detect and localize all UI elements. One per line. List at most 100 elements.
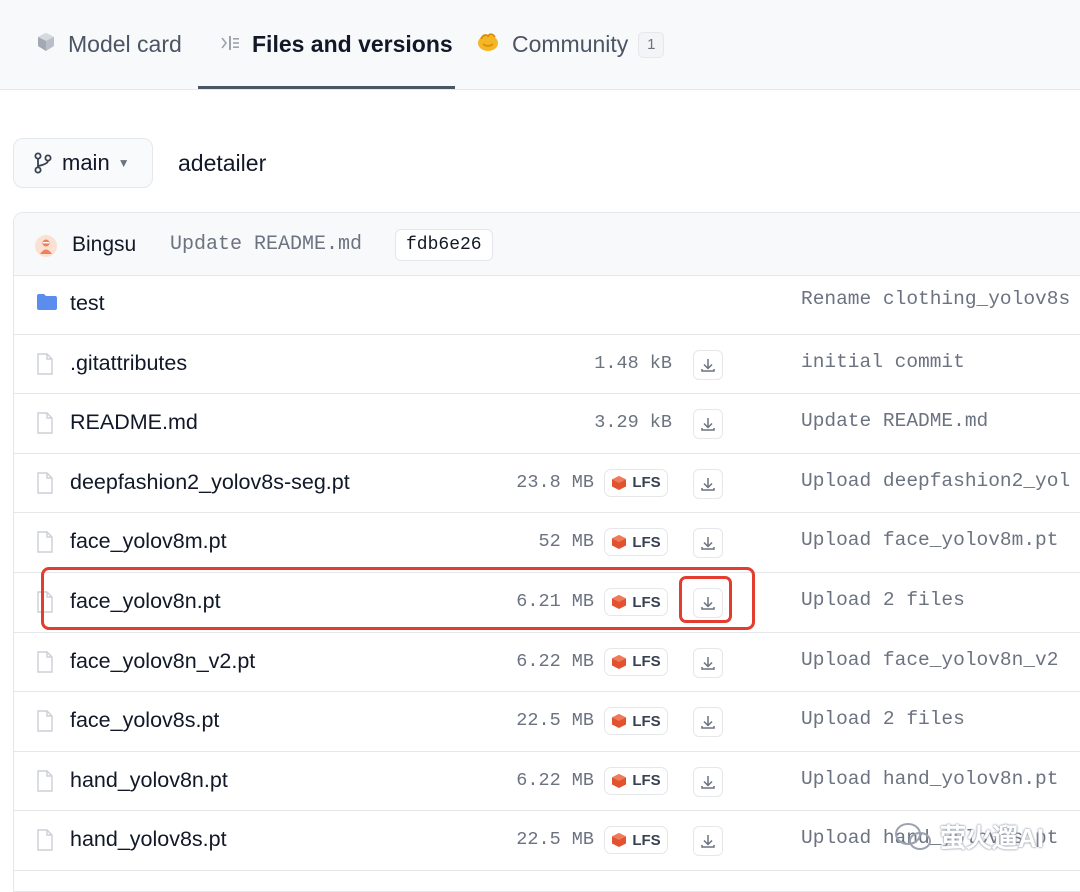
download-icon [701,358,715,372]
file-commit-message[interactable]: Upload 2 files [801,708,965,730]
file-commit-message[interactable]: initial commit [801,351,965,373]
file-row[interactable]: deepfashion2_yolov8s-seg.pt 23.8 MB LFS Upl… [14,454,1080,514]
download-button[interactable] [693,409,723,440]
file-commit-message[interactable]: Update README.md [801,410,988,432]
highlight-download-annotation [679,576,732,623]
file-icon [36,472,54,499]
file-size: 3.29 kB [594,412,672,434]
lfs-badge: LFS [604,528,668,557]
lfs-label: LFS [632,831,661,849]
file-name[interactable]: test [70,291,105,316]
file-size: 6.22 MB [516,650,594,672]
file-name[interactable]: hand_yolov8s.pt [70,827,227,852]
file-size: 52 MB [538,531,594,553]
file-icon [36,352,54,380]
file-icon [36,531,54,558]
lfs-badge: LFS [604,826,668,855]
download-icon [701,716,715,729]
lfs-badge: LFS [604,766,668,795]
file-commit-message[interactable]: Upload 2 files [801,589,965,611]
file-row[interactable]: hand_yolov8n.pt 6.22 MB LFS Upload hand_yol… [14,752,1080,812]
file-icon [36,650,54,678]
file-icon [36,829,54,856]
download-icon [701,418,715,431]
download-button[interactable] [693,647,723,678]
commit-sha[interactable]: fdb6e26 [395,229,493,261]
cube-icon [36,31,56,58]
file-row[interactable]: README.md 3.29 kB Update README.md [14,394,1080,454]
file-size: 23.8 MB [516,471,594,493]
file-size: 22.5 MB [516,829,594,851]
lfs-label: LFS [632,533,661,551]
file-name[interactable]: .gitattributes [70,351,187,376]
file-name[interactable]: face_yolov8m.pt [70,529,227,554]
watermark: 萤火遛AI [894,818,1044,855]
tab-label: Files and versions [252,31,453,57]
active-tab-indicator [198,86,455,89]
lfs-icon [612,654,627,669]
file-name[interactable]: README.md [70,410,198,435]
file-name[interactable]: face_yolov8n_v2.pt [70,649,255,674]
file-row[interactable]: face_yolov8m.pt 52 MB LFS Upload face_yolov… [14,513,1080,573]
file-icon [36,770,54,797]
tab-files-and-versions[interactable]: Files and versions [220,0,453,89]
lfs-icon [612,475,627,490]
download-button[interactable] [693,468,723,499]
file-commit-message[interactable]: Upload face_yolov8m.pt [801,529,1058,551]
repo-name: adetailer [178,150,267,176]
tab-bar: Model card Files and versions Community … [0,0,1080,90]
download-icon [701,656,715,670]
download-icon [701,477,715,491]
lfs-icon [612,773,627,788]
branch-selector[interactable]: main ▼ [13,138,153,188]
download-button[interactable] [693,766,723,797]
commit-author[interactable]: Bingsu [72,233,136,257]
download-button[interactable] [693,707,723,738]
download-icon [701,537,715,551]
folder-icon [36,293,58,316]
lfs-badge: LFS [604,707,668,736]
tab-community[interactable]: Community 1 [476,0,665,89]
chevron-down-icon: ▼ [117,156,130,170]
file-icon [36,710,54,737]
download-button[interactable] [693,826,723,857]
branch-label: main [62,150,110,175]
tab-label: Community [512,31,629,57]
file-name[interactable]: face_yolov8s.pt [70,708,219,733]
lfs-label: LFS [632,474,661,492]
file-commit-message[interactable]: Upload hand_yolov8n.pt [801,768,1058,790]
file-commit-message[interactable]: Rename clothing_yolov8s [801,288,1070,310]
file-commit-message[interactable]: Upload deepfashion2_yol [801,470,1070,492]
hand-icon [476,31,500,59]
file-size: 6.22 MB [516,769,594,791]
lfs-label: LFS [632,712,661,730]
avatar[interactable] [35,235,57,257]
file-name[interactable]: hand_yolov8n.pt [70,768,228,793]
file-size: 22.5 MB [516,710,594,732]
branch-icon [34,152,52,174]
community-count-badge: 1 [638,31,665,58]
folder-row[interactable]: test Rename clothing_yolov8s [14,275,1080,335]
file-row[interactable]: .gitattributes 1.48 kB initial commit [14,335,1080,395]
download-icon [701,835,715,849]
lfs-label: LFS [632,772,661,790]
highlight-row-annotation [41,567,755,630]
last-commit-bar: Bingsu Update README.md fdb6e26 [14,213,1080,276]
watermark-text: 萤火遛AI [940,823,1045,853]
lfs-icon [612,535,627,550]
file-row[interactable]: face_yolov8s.pt 22.5 MB LFS Upload 2 files [14,692,1080,752]
commit-message[interactable]: Update README.md [170,233,362,256]
file-commit-message[interactable]: Upload face_yolov8n_v2 [801,649,1058,671]
lfs-badge: LFS [604,647,668,676]
tab-label: Model card [68,31,182,57]
tab-model-card[interactable]: Model card [36,0,182,89]
lfs-badge: LFS [604,468,668,497]
wechat-icon [895,822,931,850]
file-row[interactable]: face_yolov8n_v2.pt 6.22 MB LFS Upload face_… [14,633,1080,693]
download-button[interactable] [693,528,723,559]
lfs-label: LFS [632,653,661,671]
files-icon [220,31,240,58]
file-name[interactable]: deepfashion2_yolov8s-seg.pt [70,470,350,495]
file-size: 1.48 kB [594,352,672,374]
download-button[interactable] [693,349,723,380]
